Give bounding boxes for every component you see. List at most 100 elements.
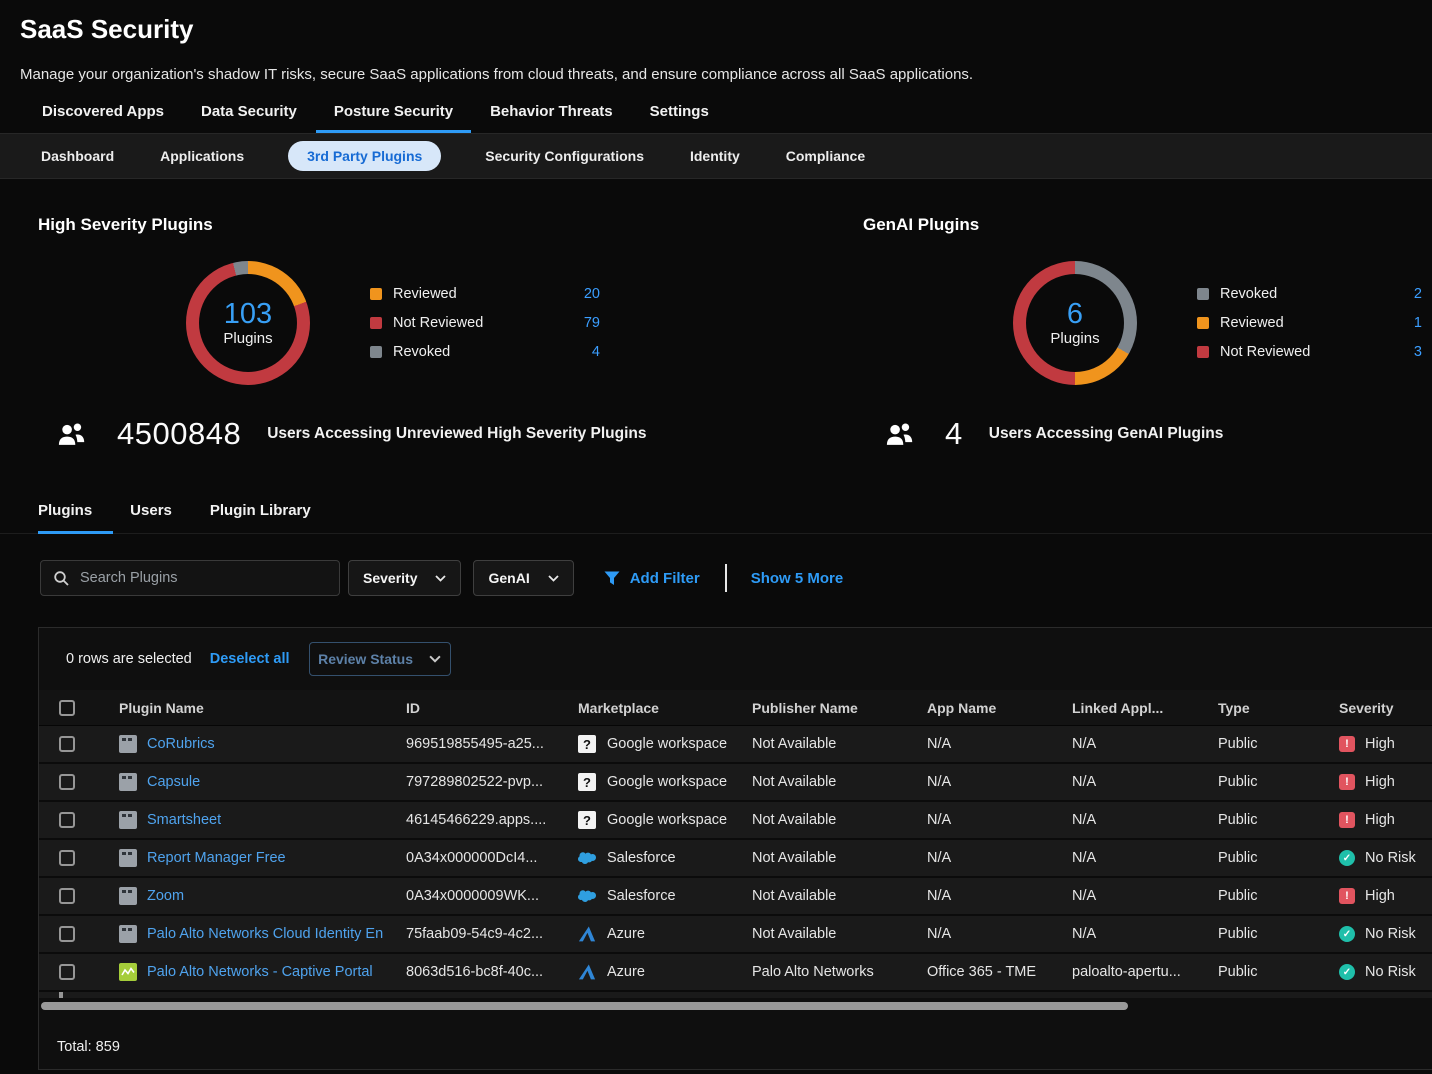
- chevron-down-icon: [548, 575, 559, 582]
- subtab-applications[interactable]: Applications: [160, 148, 244, 164]
- publisher-cell: Not Available: [737, 888, 912, 904]
- tab-posture-security[interactable]: Posture Security: [334, 103, 453, 133]
- row-checkbox[interactable]: [59, 736, 75, 752]
- column-header-id[interactable]: ID: [391, 700, 563, 716]
- publisher-cell: Not Available: [737, 774, 912, 790]
- plugin-icon: [119, 773, 137, 791]
- google-workspace-icon: ?: [578, 811, 596, 829]
- plugin-name-link[interactable]: Capsule: [147, 774, 200, 790]
- tab-data-security[interactable]: Data Security: [201, 103, 297, 133]
- row-checkbox[interactable]: [59, 992, 63, 998]
- tab-discovered-apps[interactable]: Discovered Apps: [42, 103, 164, 133]
- column-header-type[interactable]: Type: [1203, 700, 1326, 716]
- legend-value: 79: [584, 315, 600, 331]
- plugin-name-link[interactable]: Palo Alto Networks Cloud Identity En: [147, 926, 383, 942]
- plugin-name-link[interactable]: Smartsheet: [147, 812, 221, 828]
- type-cell: Public: [1203, 888, 1326, 904]
- content-tab-plugins[interactable]: Plugins: [38, 502, 92, 533]
- legend-label: Revoked: [393, 344, 450, 360]
- legend-swatch: [1197, 346, 1209, 358]
- users-count: 4: [945, 416, 963, 452]
- marketplace-cell: ?Google workspace: [563, 735, 737, 753]
- marketplace-cell: Salesforce: [563, 887, 737, 905]
- show-more-filters-link[interactable]: Show 5 More: [751, 570, 844, 587]
- plugin-name-link[interactable]: Zoom: [147, 888, 184, 904]
- column-header-publisher[interactable]: Publisher Name: [737, 700, 912, 716]
- subtab-identity[interactable]: Identity: [690, 148, 740, 164]
- severity-cell: !High: [1326, 774, 1432, 790]
- linked-app-cell: N/A: [1057, 850, 1203, 866]
- plugin-icon: [119, 849, 137, 867]
- users-stat: 4500848 Users Accessing Unreviewed High …: [38, 416, 828, 452]
- plugin-id: 0A34x0000009WK...: [391, 888, 563, 904]
- severity-cell: ✓No Risk: [1326, 850, 1432, 866]
- content-tab-plugin-library[interactable]: Plugin Library: [210, 502, 311, 533]
- donut-center-label: Plugins: [223, 330, 272, 347]
- publisher-cell: Not Available: [737, 850, 912, 866]
- legend-value: 1: [1414, 315, 1422, 331]
- subtab-security-configurations[interactable]: Security Configurations: [485, 148, 644, 164]
- legend-value: 3: [1414, 344, 1422, 360]
- subtab-3rd-party-plugins[interactable]: 3rd Party Plugins: [288, 141, 441, 171]
- genai-filter-dropdown[interactable]: GenAI: [473, 560, 573, 596]
- row-checkbox[interactable]: [59, 850, 75, 866]
- row-checkbox[interactable]: [59, 964, 75, 980]
- app-name-cell: N/A: [912, 736, 1057, 752]
- partial-table-row: [39, 992, 1432, 998]
- row-checkbox[interactable]: [59, 888, 75, 904]
- plugin-icon: [119, 925, 137, 943]
- plugin-name-link[interactable]: CoRubrics: [147, 736, 215, 752]
- plugin-name-link[interactable]: Report Manager Free: [147, 850, 286, 866]
- tab-settings[interactable]: Settings: [650, 103, 709, 133]
- column-header-plugin-name[interactable]: Plugin Name: [101, 700, 391, 716]
- column-header-severity[interactable]: Severity: [1326, 700, 1432, 716]
- legend-swatch: [370, 288, 382, 300]
- chart-legend: Revoked 2 Reviewed 1 Not Reviewed 3: [1197, 286, 1422, 360]
- legend-row: Not Reviewed 3: [1197, 344, 1422, 360]
- row-checkbox[interactable]: [59, 812, 75, 828]
- no-risk-icon: ✓: [1339, 850, 1355, 866]
- charts-section: High Severity Plugins 103 Plugins Review…: [0, 179, 1432, 452]
- content-tab-users[interactable]: Users: [130, 502, 172, 533]
- table-body: CoRubrics 969519855495-a25... ?Google wo…: [39, 726, 1432, 992]
- page-header: SaaS Security Manage your organization's…: [0, 0, 1432, 133]
- linked-app-cell: paloalto-apertu...: [1057, 964, 1203, 980]
- horizontal-scrollbar-thumb[interactable]: [41, 1002, 1128, 1010]
- plugin-id: 8063d516-bc8f-40c...: [391, 964, 563, 980]
- marketplace-cell: Azure: [563, 925, 737, 943]
- high-severity-icon: !: [1339, 888, 1355, 904]
- app-name-cell: N/A: [912, 850, 1057, 866]
- legend-row: Reviewed 20: [370, 286, 600, 302]
- search-input[interactable]: [80, 570, 327, 586]
- users-count: 4500848: [117, 416, 241, 452]
- app-name-cell: N/A: [912, 774, 1057, 790]
- add-filter-button[interactable]: Add Filter: [604, 570, 700, 587]
- users-stat-label: Users Accessing Unreviewed High Severity…: [267, 425, 646, 443]
- chart-title: GenAI Plugins: [863, 215, 1432, 235]
- severity-filter-dropdown[interactable]: Severity: [348, 560, 461, 596]
- review-status-dropdown[interactable]: Review Status: [309, 642, 451, 676]
- row-checkbox[interactable]: [59, 926, 75, 942]
- select-all-checkbox[interactable]: [59, 700, 75, 716]
- row-checkbox[interactable]: [59, 774, 75, 790]
- type-cell: Public: [1203, 926, 1326, 942]
- column-header-marketplace[interactable]: Marketplace: [563, 700, 737, 716]
- azure-icon: [578, 963, 596, 981]
- chevron-down-icon: [429, 655, 441, 663]
- legend-row: Revoked 4: [370, 344, 600, 360]
- high-severity-icon: !: [1339, 774, 1355, 790]
- subtab-compliance[interactable]: Compliance: [786, 148, 865, 164]
- app-name-cell: N/A: [912, 888, 1057, 904]
- legend-swatch: [370, 346, 382, 358]
- deselect-all-link[interactable]: Deselect all: [210, 651, 290, 667]
- table-row: Capsule 797289802522-pvp... ?Google work…: [39, 764, 1432, 802]
- column-header-app-name[interactable]: App Name: [912, 700, 1057, 716]
- plugin-name-link[interactable]: Palo Alto Networks - Captive Portal: [147, 964, 373, 980]
- plugin-id: 0A34x000000DcI4...: [391, 850, 563, 866]
- chart-title: High Severity Plugins: [38, 215, 828, 235]
- tab-behavior-threats[interactable]: Behavior Threats: [490, 103, 613, 133]
- horizontal-scrollbar: [39, 1002, 1432, 1010]
- high-severity-chart-card: High Severity Plugins 103 Plugins Review…: [38, 179, 828, 452]
- subtab-dashboard[interactable]: Dashboard: [41, 148, 114, 164]
- column-header-linked-app[interactable]: Linked Appl...: [1057, 700, 1203, 716]
